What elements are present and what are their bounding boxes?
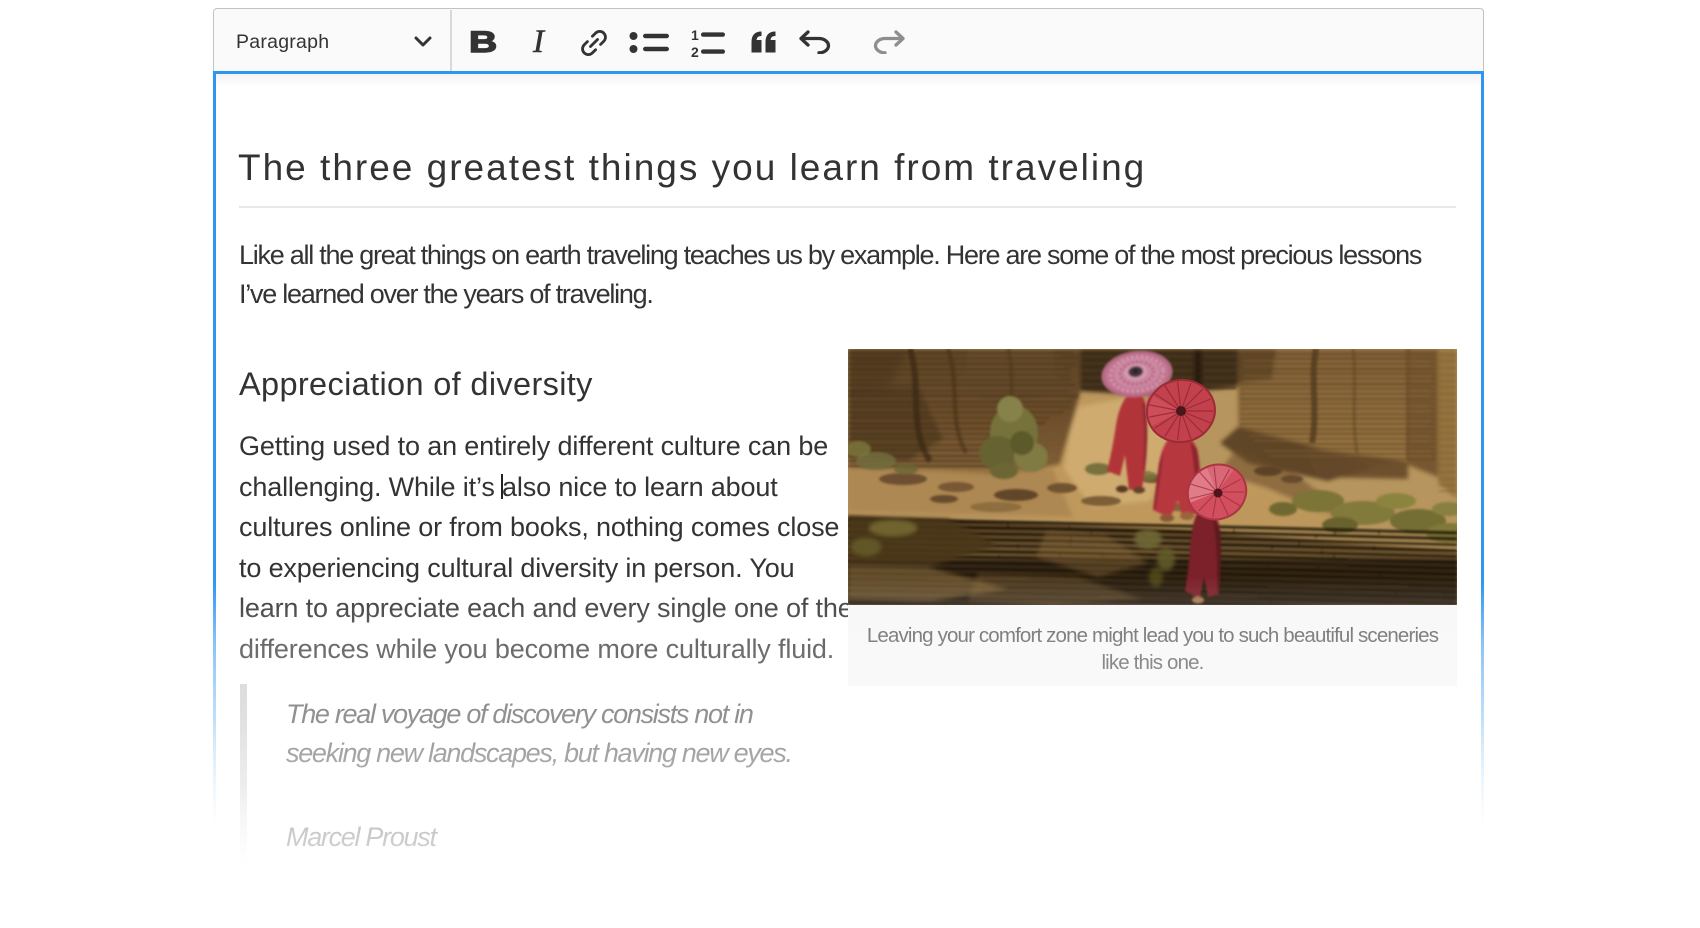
svg-text:B: B — [469, 27, 497, 57]
svg-text:I: I — [532, 26, 546, 58]
svg-text:2: 2 — [691, 44, 699, 58]
svg-text:1: 1 — [691, 28, 699, 43]
